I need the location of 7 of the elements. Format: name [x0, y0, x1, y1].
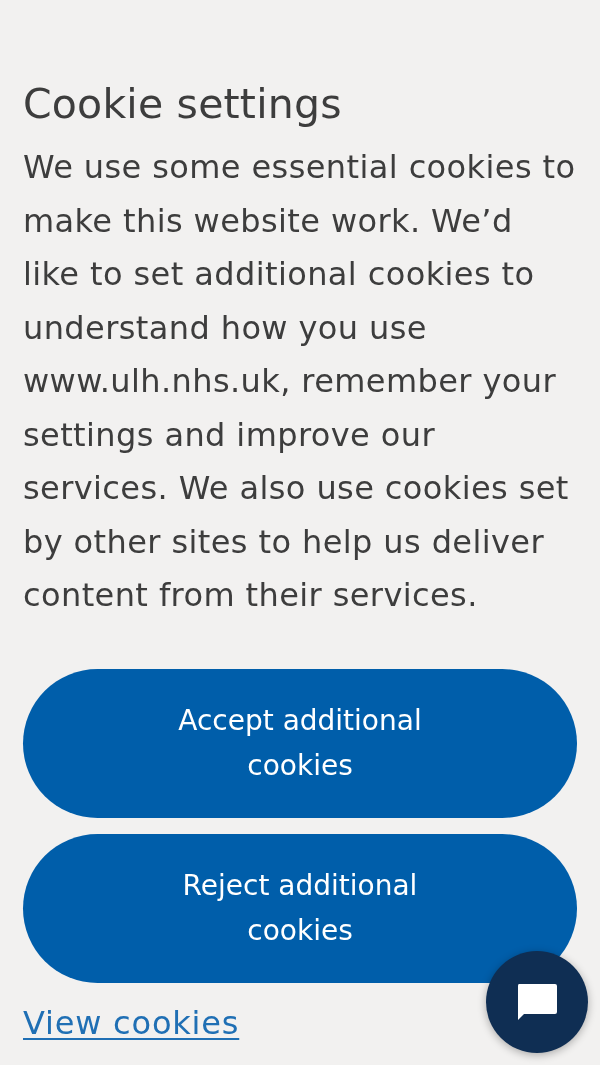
- banner-description: We use some essential cookies to make this website work. We’d like to set additional cookies to understand how you use www.ulh.nhs.uk, remember your settings and improve our services. We also use cookies set by other sites to help us deliver content from their services.: [23, 147, 577, 616]
- chat-bubble-icon: [515, 982, 559, 1022]
- cookie-choice-button[interactable]: Accept additional cookies: [23, 668, 577, 818]
- view-cookies-link[interactable]: View cookies: [23, 1000, 240, 1045]
- chat-button[interactable]: [486, 951, 588, 1053]
- cookie-choice-button[interactable]: Reject additional cookies: [23, 833, 577, 983]
- banner-title: Cookie settings: [23, 79, 343, 130]
